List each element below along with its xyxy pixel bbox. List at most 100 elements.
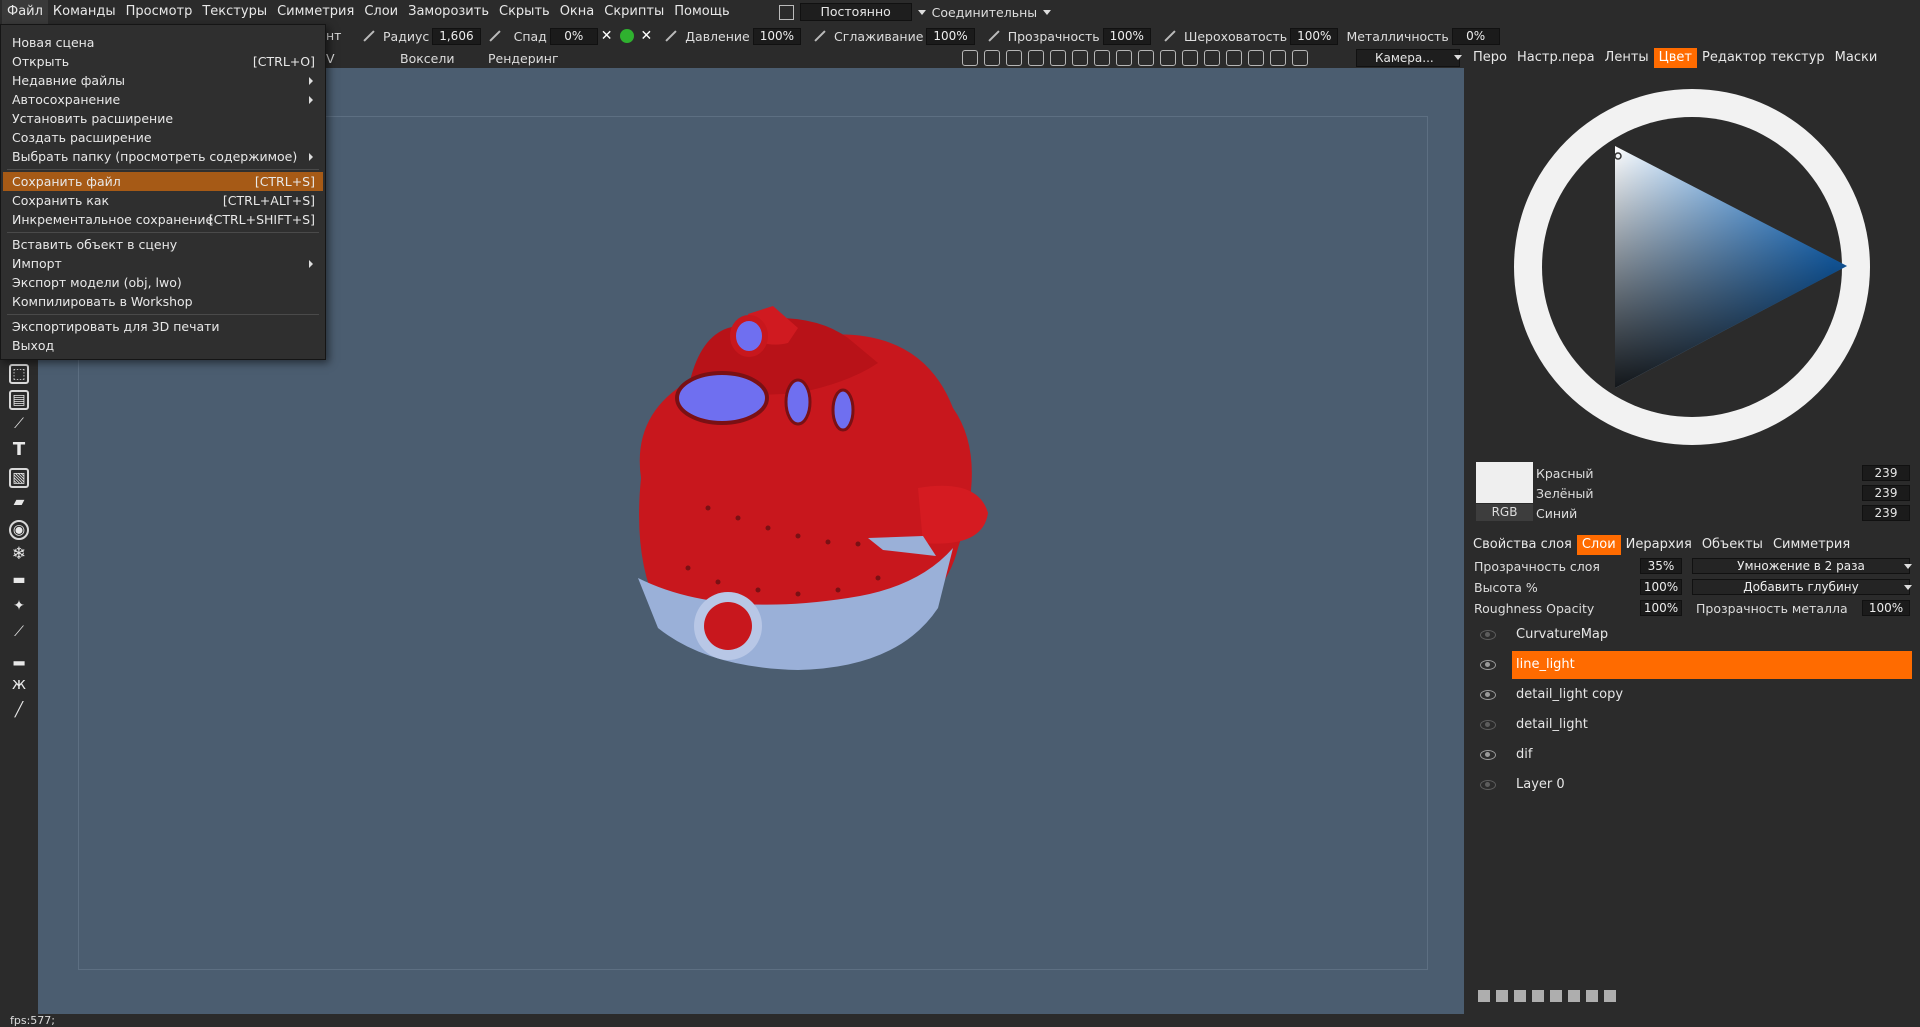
snowflake-tool-icon[interactable]: ❄	[9, 546, 29, 566]
menu-item-open[interactable]: Открыть [CTRL+O]	[3, 52, 323, 71]
merge-layer-icon[interactable]	[1514, 990, 1526, 1002]
roughness-opacity-input[interactable]: 100%	[1640, 600, 1682, 616]
lamp-icon[interactable]	[1028, 50, 1044, 66]
falloff-input[interactable]: 0%	[549, 27, 598, 45]
pressure-input[interactable]: 100%	[752, 27, 802, 45]
pen-icon[interactable]	[814, 30, 826, 42]
move-up-icon[interactable]	[1550, 990, 1562, 1002]
move-icon[interactable]	[1116, 50, 1132, 66]
pen-icon[interactable]	[665, 30, 677, 42]
wand-tool-icon[interactable]: ✦	[9, 598, 29, 618]
close-icon[interactable]: ✕	[641, 28, 653, 44]
menu-hide[interactable]: Скрыть	[494, 0, 555, 24]
connector-dropdown[interactable]: Соединительны	[932, 5, 1038, 20]
blend-mode-dropdown[interactable]: Умножение в 2 раза	[1692, 558, 1910, 574]
menu-item-export-model[interactable]: Экспорт модели (obj, lwo)	[3, 273, 323, 292]
ruler-tool-icon[interactable]: ╱	[9, 702, 29, 722]
no-icon[interactable]	[1204, 50, 1220, 66]
tab-objects[interactable]: Объекты	[1697, 535, 1768, 555]
select-tool-icon[interactable]: ⬚	[9, 364, 29, 384]
pivot-icon[interactable]	[1072, 50, 1088, 66]
curve-tool-icon[interactable]: ⟋	[9, 416, 29, 436]
iron-tool-icon[interactable]: ▂	[9, 650, 29, 670]
duplicate-layer-icon[interactable]	[1532, 990, 1544, 1002]
close-icon[interactable]: ✕	[601, 28, 613, 44]
eye-icon[interactable]	[1480, 630, 1496, 640]
tab-render[interactable]: Рендеринг	[488, 51, 559, 66]
metal-opacity-input[interactable]: 100%	[1862, 600, 1910, 616]
menu-item-install-extension[interactable]: Установить расширение	[3, 109, 323, 128]
color-wheel[interactable]	[1505, 80, 1885, 460]
frame-icon[interactable]	[1248, 50, 1264, 66]
grid-icon[interactable]	[1226, 50, 1242, 66]
tab-strips[interactable]: Ленты	[1600, 48, 1654, 68]
menu-item-import[interactable]: Импорт	[3, 254, 323, 273]
pen-icon[interactable]	[988, 30, 1000, 42]
green-dot-icon[interactable]	[619, 29, 634, 43]
layer-item[interactable]: Layer 0	[1480, 771, 1912, 799]
submarine-model[interactable]	[618, 298, 1078, 698]
menu-item-compile-workshop[interactable]: Компилировать в Workshop	[3, 292, 323, 311]
expand-icon[interactable]	[1270, 50, 1286, 66]
menu-item-autosave[interactable]: Автосохранение	[3, 90, 323, 109]
chevron-down-icon[interactable]	[1454, 55, 1462, 60]
tab-pen-settings[interactable]: Настр.пера	[1512, 48, 1600, 68]
menu-commands[interactable]: Команды	[48, 0, 121, 24]
layer-item[interactable]: CurvatureMap	[1480, 621, 1912, 649]
eye-icon[interactable]	[1480, 660, 1496, 670]
red-input[interactable]: 239	[1862, 465, 1910, 481]
eye-icon[interactable]	[1480, 690, 1496, 700]
new-layer-icon[interactable]	[1478, 990, 1490, 1002]
tab-symmetry[interactable]: Симметрия	[1768, 535, 1855, 555]
camera-dropdown[interactable]: Камера...	[1356, 49, 1460, 67]
opacity-input[interactable]: 100%	[1102, 27, 1151, 45]
menu-item-create-extension[interactable]: Создать расширение	[3, 128, 323, 147]
roughness-input[interactable]: 100%	[1290, 27, 1339, 45]
eye-tool-icon[interactable]: ◉	[9, 520, 29, 540]
metalness-input[interactable]: 0%	[1451, 27, 1500, 45]
tab-texture-editor[interactable]: Редактор текстур	[1697, 48, 1830, 68]
folder-icon[interactable]	[1604, 990, 1616, 1002]
menu-file[interactable]: Файл	[2, 0, 48, 24]
fill-tool-icon[interactable]: ▧	[9, 468, 29, 488]
menu-item-incremental-save[interactable]: Инкрементальное сохранение [CTRL+SHIFT+S]	[3, 210, 323, 229]
menu-help[interactable]: Помощь	[669, 0, 734, 24]
tube-tool-icon[interactable]: ▬	[9, 572, 29, 592]
clear-layer-icon[interactable]	[1586, 990, 1598, 1002]
image-icon[interactable]	[984, 50, 1000, 66]
depth-dropdown[interactable]: Добавить глубину	[1692, 579, 1910, 595]
tab-layer-props[interactable]: Свойства слоя	[1468, 535, 1577, 555]
butterfly-tool-icon[interactable]: ж	[9, 676, 29, 696]
tab-pen[interactable]: Перо	[1468, 48, 1512, 68]
menu-item-save-as[interactable]: Сохранить как [CTRL+ALT+S]	[3, 191, 323, 210]
brush-icon[interactable]	[363, 30, 375, 42]
menu-windows[interactable]: Окна	[555, 0, 600, 24]
layer-item[interactable]: detail_light	[1480, 711, 1912, 739]
shading-icon[interactable]	[962, 50, 978, 66]
smoothing-input[interactable]: 100%	[926, 27, 975, 45]
menu-item-exit[interactable]: Выход	[3, 336, 323, 355]
drop-icon[interactable]	[1050, 50, 1066, 66]
knife-tool-icon[interactable]: ⟋	[9, 624, 29, 644]
copy-tool-icon[interactable]: ▤	[9, 390, 29, 410]
menu-freeze[interactable]: Заморозить	[403, 0, 494, 24]
green-input[interactable]: 239	[1862, 485, 1910, 501]
cube-view-icon[interactable]	[1292, 50, 1308, 66]
menu-view[interactable]: Просмотр	[121, 0, 198, 24]
menu-symmetry[interactable]: Симметрия	[272, 0, 359, 24]
light-icon[interactable]	[1006, 50, 1022, 66]
layer-item[interactable]: detail_light copy	[1480, 681, 1912, 709]
menu-item-choose-folder[interactable]: Выбрать папку (просмотреть содержимое)	[3, 147, 323, 166]
pen-icon[interactable]	[488, 30, 501, 42]
eraser-tool-icon[interactable]: ▰	[9, 494, 29, 514]
menu-item-insert-object[interactable]: Вставить объект в сцену	[3, 235, 323, 254]
tab-hierarchy[interactable]: Иерархия	[1621, 535, 1697, 555]
layer-item[interactable]: dif	[1480, 741, 1912, 769]
mode-dropdown[interactable]: Постоянно	[799, 3, 912, 21]
rotate-icon[interactable]	[1094, 50, 1110, 66]
menu-item-new-scene[interactable]: Новая сцена	[3, 33, 323, 52]
menu-scripts[interactable]: Скрипты	[599, 0, 669, 24]
chevron-down-icon[interactable]	[1904, 564, 1912, 569]
eye-icon[interactable]	[1480, 720, 1496, 730]
layer-opacity-input[interactable]: 35%	[1640, 558, 1682, 574]
